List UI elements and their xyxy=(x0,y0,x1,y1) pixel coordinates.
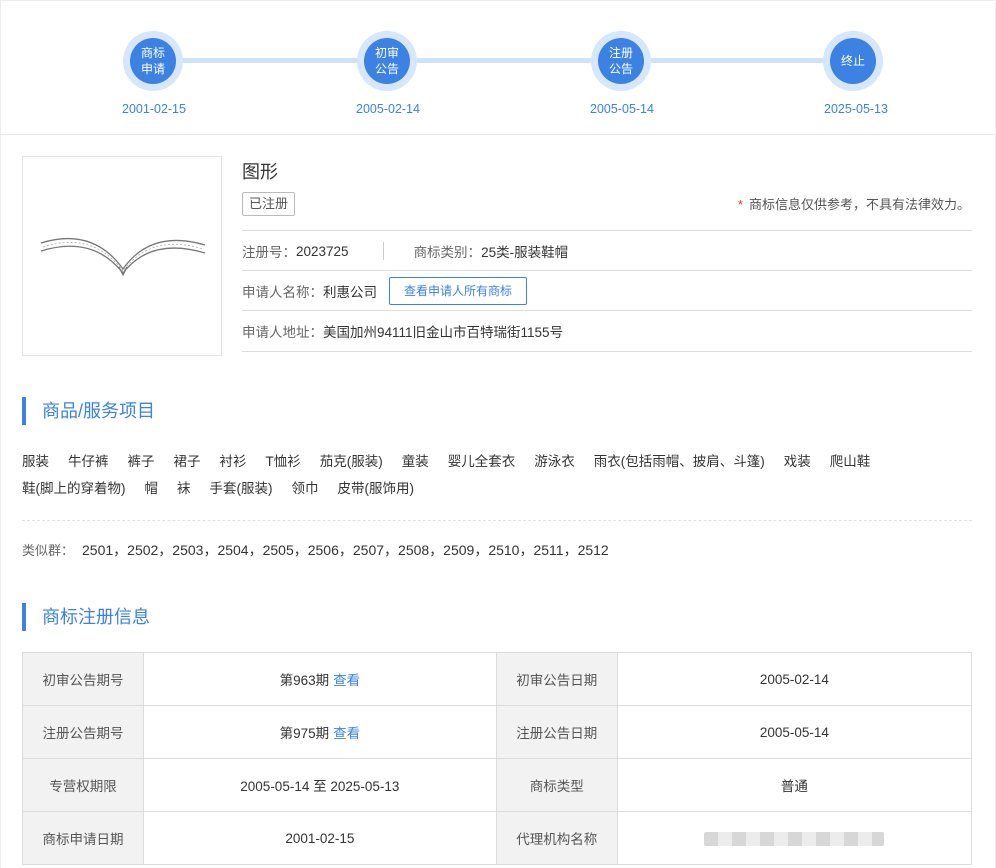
view-announcement-link[interactable]: 查看 xyxy=(333,726,360,741)
info-row-address: 申请人地址： 美国加州94111旧金山市百特瑞街1155号 xyxy=(242,310,972,352)
redacted-agency-name xyxy=(704,831,885,846)
timeline-date: 2025-05-13 xyxy=(824,102,888,116)
cell-label: 代理机构名称 xyxy=(495,811,618,865)
goods-item: 帽 xyxy=(144,481,159,496)
goods-item: T恤衫 xyxy=(265,454,301,469)
divider xyxy=(22,520,972,521)
goods-item: 裤子 xyxy=(127,454,155,469)
info-row-applicant: 申请人名称： 利惠公司 查看申请人所有商标 xyxy=(242,270,972,311)
similar-groups-value: 2501，2502，2503，2504，2505，2506，2507，2508，… xyxy=(82,542,609,558)
cell-value: 第975期 查看 xyxy=(142,705,497,759)
timeline-connector xyxy=(651,58,829,63)
goods-item: 服装 xyxy=(22,454,49,469)
goods-item: 衬衫 xyxy=(219,454,247,469)
cell-label: 注册公告期号 xyxy=(22,705,144,759)
table-row: 商标申请日期 2001-02-15 代理机构名称 xyxy=(22,811,973,865)
timeline-node-register: 注册 公告 xyxy=(591,31,651,91)
status-timeline: 商标 申请 初审 公告 注册 公告 终止 2001-02-15 2005-02-… xyxy=(0,0,996,135)
similar-groups-label: 类似群： xyxy=(22,543,75,558)
status-badge: 已注册 xyxy=(242,192,296,216)
goods-item: 戏装 xyxy=(783,454,811,469)
goods-item: 手套(服装) xyxy=(209,481,273,496)
goods-item: 爬山鞋 xyxy=(829,454,871,469)
address-label: 申请人地址： xyxy=(242,325,323,340)
applicant-label: 申请人名称： xyxy=(242,285,323,300)
cell-value: 2005-05-14 至 2025-05-13 xyxy=(142,758,497,812)
goods-section-title: 商品/服务项目 xyxy=(22,397,155,425)
timeline-connector xyxy=(417,58,595,63)
trademark-image xyxy=(22,156,222,356)
trademark-logo-graphic xyxy=(40,237,206,277)
timeline-date: 2005-05-14 xyxy=(590,102,654,116)
cell-label: 商标类型 xyxy=(495,758,618,812)
timeline-node-apply: 商标 申请 xyxy=(123,31,183,91)
view-announcement-link[interactable]: 查看 xyxy=(333,673,360,688)
divider xyxy=(382,242,384,260)
table-row: 初审公告期号 第963期 查看 初审公告日期 2005-02-14 xyxy=(22,652,973,706)
registration-section-title: 商标注册信息 xyxy=(22,603,150,631)
timeline-node-end: 终止 xyxy=(823,31,883,91)
goods-list: 服装 牛仔裤 裤子 裙子 衬衫 T恤衫 茄克(服装) 童装 婴儿全套衣 游泳衣 雨衣(包括雨帽、披肩… xyxy=(22,448,942,502)
goods-item: 鞋(脚上的穿着物) xyxy=(22,481,126,496)
goods-item: 牛仔裤 xyxy=(68,454,109,469)
timeline-node-prelim: 初审 公告 xyxy=(357,31,417,91)
cell-label: 初审公告期号 xyxy=(22,652,144,706)
class-label: 商标类别： xyxy=(413,245,482,260)
cell-value: 2005-02-14 xyxy=(616,652,973,706)
cell-value xyxy=(616,811,973,865)
similar-groups: 类似群： 2501，2502，2503，2504，2505，2506，2507，2… xyxy=(22,540,609,560)
address-value: 美国加州94111旧金山市百特瑞街1155号 xyxy=(323,325,564,340)
required-star: * xyxy=(737,197,743,212)
class-value: 25类-服装鞋帽 xyxy=(481,245,569,260)
goods-item: 童装 xyxy=(401,454,429,469)
goods-item: 裙子 xyxy=(173,454,201,469)
cell-value: 2005-05-14 xyxy=(616,705,973,759)
timeline-connector xyxy=(183,58,361,63)
goods-item: 茄克(服装) xyxy=(319,454,383,469)
registration-table: 初审公告期号 第963期 查看 初审公告日期 2005-02-14 注册公告期号 第975期… xyxy=(22,652,973,865)
goods-item: 游泳衣 xyxy=(534,454,575,469)
table-row: 注册公告期号 第975期 查看 注册公告日期 2005-05-14 xyxy=(22,705,973,759)
goods-item: 婴儿全套衣 xyxy=(447,454,516,469)
goods-item: 皮带(服饰用) xyxy=(337,481,415,496)
disclaimer-text: * 商标信息仅供参考，不具有法律效力。 xyxy=(737,197,970,212)
cell-value: 普通 xyxy=(616,758,973,812)
timeline-date: 2001-02-15 xyxy=(122,102,186,116)
info-row-regno: 注册号： 2023725 商标类别： 25类-服装鞋帽 xyxy=(242,230,972,271)
view-applicant-trademarks-button[interactable]: 查看申请人所有商标 xyxy=(389,277,528,305)
cell-label: 商标申请日期 xyxy=(22,811,144,865)
timeline-date: 2005-02-14 xyxy=(356,102,420,116)
cell-label: 初审公告日期 xyxy=(495,652,618,706)
table-row: 专营权期限 2005-05-14 至 2025-05-13 商标类型 普通 xyxy=(22,758,973,812)
applicant-value: 利惠公司 xyxy=(323,285,377,300)
goods-item: 领巾 xyxy=(291,481,319,496)
goods-item: 袜 xyxy=(177,481,191,496)
cell-value: 2001-02-15 xyxy=(142,811,497,865)
cell-value: 第963期 查看 xyxy=(142,652,497,706)
reg-no-label: 注册号： xyxy=(242,245,296,260)
goods-item: 雨衣(包括雨帽、披肩、斗篷) xyxy=(593,454,765,469)
trademark-name: 图形 xyxy=(242,162,278,182)
cell-label: 专营权期限 xyxy=(22,758,144,812)
cell-label: 注册公告日期 xyxy=(495,705,618,759)
reg-no-value: 2023725 xyxy=(296,243,349,259)
